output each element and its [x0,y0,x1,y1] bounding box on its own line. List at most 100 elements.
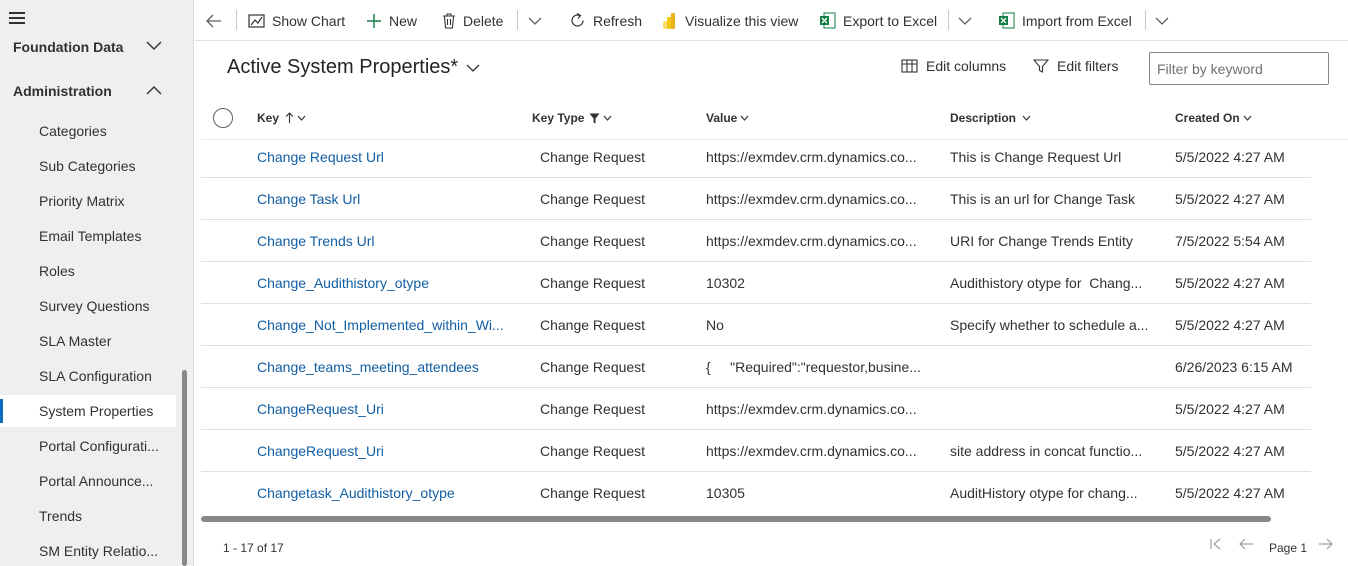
column-header-value[interactable]: Value [706,111,749,125]
value-cell: https://exmdev.crm.dynamics.co... [706,149,917,165]
sort-ascending-icon [285,112,294,123]
sidebar-group-foundation-data[interactable]: Foundation Data [0,32,194,62]
sidebar-group-administration[interactable]: Administration [0,76,194,106]
key-type-cell: Change Request [540,149,646,165]
hamburger-menu-icon[interactable] [9,12,25,26]
sidebar-item-sla-configuration[interactable]: SLA Configuration [0,360,176,392]
sidebar-item-label: Priority Matrix [39,193,125,209]
chevron-down-icon [958,17,972,25]
refresh-button[interactable]: Refresh [569,0,642,41]
key-link[interactable]: Change Request Url [257,149,507,165]
divider [948,10,949,30]
sidebar-item-sla-master[interactable]: SLA Master [0,325,176,357]
select-all-checkbox[interactable] [213,108,233,128]
sitemap-sidebar: Foundation Data Administration Categorie… [0,0,194,566]
back-button[interactable] [205,0,230,41]
sidebar-item-sub-categories[interactable]: Sub Categories [0,150,176,182]
created-on-cell: 5/5/2022 4:27 AM [1175,401,1285,417]
table-row[interactable]: ChangeRequest_Uri Change Request https:/… [201,430,1311,472]
sidebar-item-email-templates[interactable]: Email Templates [0,220,176,252]
export-more-button[interactable] [958,0,979,41]
delete-button[interactable]: Delete [442,0,503,41]
new-button[interactable]: New [366,0,417,41]
sidebar-item-sm-entity-relation[interactable]: SM Entity Relatio... [0,535,176,566]
key-link[interactable]: ChangeRequest_Uri [257,401,507,417]
chevron-down-icon [1155,17,1169,25]
edit-filters-button[interactable]: Edit filters [1033,58,1118,74]
view-selector[interactable]: Active System Properties* [227,56,480,79]
table-row[interactable]: Change Task Url Change Request https://e… [201,178,1311,220]
table-row[interactable]: Change Request Url Change Request https:… [201,136,1311,178]
table-row[interactable]: Changetask_Audithistory_otype Change Req… [201,472,1311,514]
first-page-button[interactable] [1209,538,1223,550]
description-cell: AuditHistory otype for chang... [950,485,1138,501]
visualize-button[interactable]: Visualize this view [662,0,798,41]
sidebar-group-label: Foundation Data [13,39,124,55]
sidebar-item-trends[interactable]: Trends [0,500,176,532]
edit-columns-label: Edit columns [926,58,1007,74]
sidebar-item-label: Sub Categories [39,158,136,174]
sidebar-item-priority-matrix[interactable]: Priority Matrix [0,185,176,217]
key-link[interactable]: Change_Not_Implemented_within_Wi... [257,317,507,333]
edit-filters-label: Edit filters [1057,58,1119,74]
key-link[interactable]: Change_Audithistory_otype [257,275,507,291]
import-more-button[interactable] [1155,0,1176,41]
key-link[interactable]: Change Trends Url [257,233,507,249]
table-row[interactable]: Change_teams_meeting_attendees Change Re… [201,346,1311,388]
created-on-cell: 7/5/2022 5:54 AM [1175,233,1285,249]
column-header-key-type[interactable]: Key Type [532,111,612,125]
sidebar-item-portal-configuration[interactable]: Portal Configurati... [0,430,176,462]
key-link[interactable]: Changetask_Audithistory_otype [257,485,507,501]
sidebar-item-portal-announcements[interactable]: Portal Announce... [0,465,176,497]
next-page-button[interactable] [1318,538,1334,550]
sidebar-item-label: Categories [39,123,107,139]
chart-icon [248,13,265,28]
description-cell: This is an url for Change Task [950,191,1135,207]
key-type-cell: Change Request [540,275,646,291]
show-chart-button[interactable]: Show Chart [248,0,345,41]
chevron-down-icon [528,17,542,25]
column-header-key[interactable]: Key [257,111,306,125]
import-excel-button[interactable]: Import from Excel [998,0,1132,41]
description-cell: This is Change Request Url [950,149,1122,165]
filter-icon [1033,59,1049,73]
chevron-down-icon [146,41,162,50]
table-row[interactable]: ChangeRequest_Uri Change Request https:/… [201,388,1311,430]
key-link[interactable]: ChangeRequest_Uri [257,443,507,459]
sidebar-scrollbar[interactable] [182,370,187,566]
export-excel-button[interactable]: Export to Excel [819,0,937,41]
sidebar-item-label: Portal Configurati... [39,438,159,454]
filter-keyword-input[interactable] [1149,52,1329,85]
sidebar-item-roles[interactable]: Roles [0,255,176,287]
horizontal-scrollbar[interactable] [201,516,1271,522]
grid-header: Key Key Type Value Description Created O… [201,100,1348,140]
previous-page-button[interactable] [1238,538,1254,550]
created-on-cell: 5/5/2022 4:27 AM [1175,443,1285,459]
sidebar-item-system-properties[interactable]: System Properties [0,395,176,427]
table-row[interactable]: Change Trends Url Change Request https:/… [201,220,1311,262]
created-on-cell: 5/5/2022 4:27 AM [1175,275,1285,291]
key-link[interactable]: Change_teams_meeting_attendees [257,359,507,375]
column-header-description[interactable]: Description [950,111,1031,125]
key-link[interactable]: Change Task Url [257,191,507,207]
value-cell: 10302 [706,275,745,291]
column-header-created-on[interactable]: Created On [1175,111,1252,125]
sidebar-item-label: Trends [39,508,83,524]
sidebar-item-categories[interactable]: Categories [0,115,176,147]
table-row[interactable]: Change_Not_Implemented_within_Wi... Chan… [201,304,1311,346]
table-row[interactable]: Change_Audithistory_otype Change Request… [201,262,1311,304]
divider [236,10,237,30]
edit-columns-button[interactable]: Edit columns [901,58,1006,74]
sidebar-item-label: SLA Configuration [39,368,152,384]
delete-more-button[interactable] [528,0,549,41]
created-on-cell: 6/26/2023 6:15 AM [1175,359,1293,375]
key-type-cell: Change Request [540,317,646,333]
chevron-down-icon [1022,115,1031,121]
key-type-cell: Change Request [540,443,646,459]
arrow-right-icon [1319,538,1333,550]
plus-icon [367,13,381,28]
sidebar-item-label: Portal Announce... [39,473,154,489]
chevron-up-icon [146,86,162,95]
value-cell: { "Required":"requestor,busine... [706,359,921,375]
sidebar-item-survey-questions[interactable]: Survey Questions [0,290,176,322]
